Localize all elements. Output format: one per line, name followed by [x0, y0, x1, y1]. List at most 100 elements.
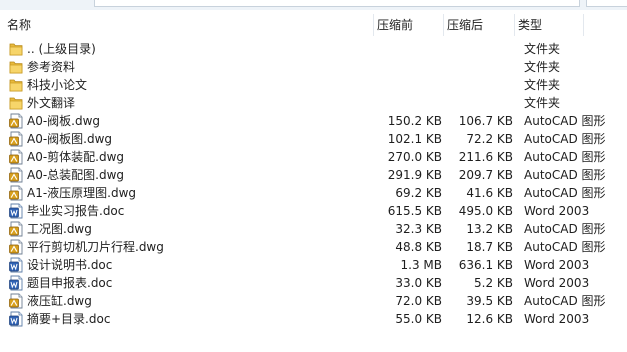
file-row[interactable]: A0-总装配图.dwg 291.9 KB 209.7 KB AutoCAD 图形 — [0, 166, 627, 184]
file-name: A0-总装配图.dwg — [27, 168, 125, 182]
file-row[interactable]: 毕业实习报告.doc 615.5 KB 495.0 KB Word 2003 — [0, 202, 627, 220]
doc-file-icon — [9, 257, 23, 273]
file-type: Word 2003 — [524, 312, 590, 326]
file-type: 文件夹 — [524, 78, 561, 92]
compressed-size: 1.3 MB — [400, 258, 442, 272]
column-header-compressed[interactable]: 压缩前 — [377, 12, 413, 38]
file-row[interactable]: A1-液压原理图.dwg 69.2 KB 41.6 KB AutoCAD 图形 — [0, 184, 627, 202]
column-header: 名称 压缩前 压缩后 类型 — [0, 12, 627, 38]
after-size: 495.0 KB — [458, 204, 513, 218]
file-name: 毕业实习报告.doc — [27, 204, 125, 218]
compressed-size: 32.3 KB — [395, 222, 442, 236]
dwg-file-icon — [9, 293, 23, 309]
search-field[interactable] — [586, 0, 627, 7]
file-row[interactable]: 平行剪切机刀片行程.dwg 48.8 KB 18.7 KB AutoCAD 图形 — [0, 238, 627, 256]
compressed-size: 615.5 KB — [387, 204, 442, 218]
doc-file-icon — [9, 311, 23, 327]
file-type: 文件夹 — [524, 96, 561, 110]
file-name: 液压缸.dwg — [27, 294, 92, 308]
compressed-size: 33.0 KB — [395, 276, 442, 290]
after-size: 209.7 KB — [458, 168, 513, 182]
compressed-size: 55.0 KB — [395, 312, 442, 326]
file-row[interactable]: A0-剪体装配.dwg 270.0 KB 211.6 KB AutoCAD 图形 — [0, 148, 627, 166]
file-type: Word 2003 — [524, 276, 590, 290]
file-name: 参考资料 — [27, 60, 76, 74]
file-row[interactable]: 摘要+目录.doc 55.0 KB 12.6 KB Word 2003 — [0, 310, 627, 328]
folder-icon — [9, 95, 23, 111]
file-type: 文件夹 — [524, 60, 561, 74]
file-row[interactable]: 外文翻译 文件夹 — [0, 94, 627, 112]
after-size: 12.6 KB — [466, 312, 513, 326]
file-type: AutoCAD 图形 — [524, 168, 606, 182]
dwg-file-icon — [9, 185, 23, 201]
file-type: AutoCAD 图形 — [524, 240, 606, 254]
file-name: A1-液压原理图.dwg — [27, 186, 137, 200]
after-size: 39.5 KB — [466, 294, 513, 308]
file-row[interactable]: .. (上级目录) 文件夹 — [0, 40, 627, 58]
file-type: AutoCAD 图形 — [524, 150, 606, 164]
file-name: A0-剪体装配.dwg — [27, 150, 125, 164]
after-size: 106.7 KB — [458, 114, 513, 128]
file-type: AutoCAD 图形 — [524, 114, 606, 128]
compressed-size: 270.0 KB — [387, 150, 442, 164]
file-name: 平行剪切机刀片行程.dwg — [27, 240, 164, 254]
doc-file-icon — [9, 275, 23, 291]
file-row[interactable]: 工况图.dwg 32.3 KB 13.2 KB AutoCAD 图形 — [0, 220, 627, 238]
file-row[interactable]: 科技小论文 文件夹 — [0, 76, 627, 94]
column-header-name[interactable]: 名称 — [7, 12, 31, 38]
file-name: A0-阀板.dwg — [27, 114, 101, 128]
compressed-size: 48.8 KB — [395, 240, 442, 254]
file-type: AutoCAD 图形 — [524, 222, 606, 236]
file-name: A0-阀板图.dwg — [27, 132, 113, 146]
file-row[interactable]: 设计说明书.doc 1.3 MB 636.1 KB Word 2003 — [0, 256, 627, 274]
file-type: Word 2003 — [524, 258, 590, 272]
after-size: 13.2 KB — [466, 222, 513, 236]
column-divider[interactable] — [443, 14, 444, 36]
dwg-file-icon — [9, 113, 23, 129]
compressed-size: 102.1 KB — [387, 132, 442, 146]
file-list: .. (上级目录) 文件夹 参考资料 文件夹 科技小论文 文件夹 外文翻译 文件夹 A0-阀板.… — [0, 40, 627, 328]
dwg-file-icon — [9, 167, 23, 183]
dwg-file-icon — [9, 221, 23, 237]
column-divider[interactable] — [514, 14, 515, 36]
file-name: 设计说明书.doc — [27, 258, 113, 272]
file-name: 摘要+目录.doc — [27, 312, 111, 326]
path-field[interactable] — [94, 0, 580, 7]
file-type: AutoCAD 图形 — [524, 132, 606, 146]
after-size: 5.2 KB — [474, 276, 513, 290]
column-divider[interactable] — [373, 14, 374, 36]
file-name: 科技小论文 — [27, 78, 88, 92]
folder-icon — [9, 77, 23, 93]
doc-file-icon — [9, 203, 23, 219]
compressed-size: 291.9 KB — [387, 168, 442, 182]
file-type: 文件夹 — [524, 42, 561, 56]
after-size: 211.6 KB — [458, 150, 513, 164]
file-name: 外文翻译 — [27, 96, 76, 110]
file-type: Word 2003 — [524, 204, 590, 218]
column-header-type[interactable]: 类型 — [518, 12, 542, 38]
compressed-size: 69.2 KB — [395, 186, 442, 200]
after-size: 18.7 KB — [466, 240, 513, 254]
file-name: .. (上级目录) — [27, 42, 96, 56]
dwg-file-icon — [9, 131, 23, 147]
dwg-file-icon — [9, 239, 23, 255]
file-row[interactable]: 液压缸.dwg 72.0 KB 39.5 KB AutoCAD 图形 — [0, 292, 627, 310]
file-name: 工况图.dwg — [27, 222, 92, 236]
file-row[interactable]: 参考资料 文件夹 — [0, 58, 627, 76]
after-size: 636.1 KB — [458, 258, 513, 272]
file-type: AutoCAD 图形 — [524, 294, 606, 308]
after-size: 72.2 KB — [466, 132, 513, 146]
folder-icon — [9, 59, 23, 75]
compressed-size: 72.0 KB — [395, 294, 442, 308]
file-type: AutoCAD 图形 — [524, 186, 606, 200]
scroll-gutter — [605, 40, 627, 352]
after-size: 41.6 KB — [466, 186, 513, 200]
column-divider[interactable] — [583, 14, 584, 36]
file-row[interactable]: 题目申报表.doc 33.0 KB 5.2 KB Word 2003 — [0, 274, 627, 292]
folder-icon — [9, 41, 23, 57]
column-header-after[interactable]: 压缩后 — [447, 12, 483, 38]
file-row[interactable]: A0-阀板图.dwg 102.1 KB 72.2 KB AutoCAD 图形 — [0, 130, 627, 148]
compressed-size: 150.2 KB — [387, 114, 442, 128]
file-row[interactable]: A0-阀板.dwg 150.2 KB 106.7 KB AutoCAD 图形 — [0, 112, 627, 130]
file-name: 题目申报表.doc — [27, 276, 113, 290]
